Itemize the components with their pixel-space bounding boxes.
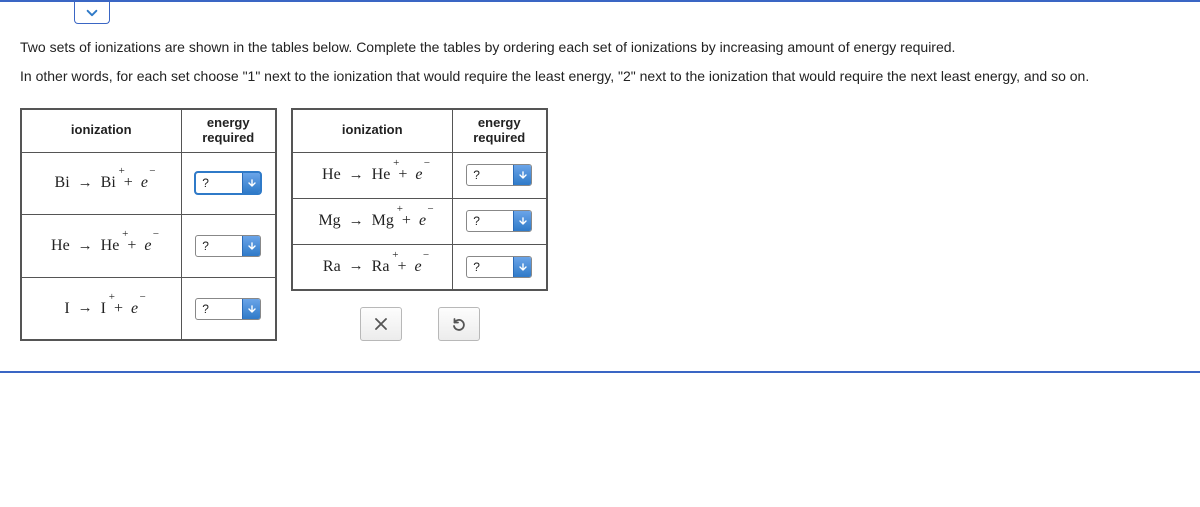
ionization-eq: He → He+ + e− bbox=[292, 152, 452, 198]
table-row: Ra → Ra+ + e− ? bbox=[292, 244, 547, 290]
instruction-line-2: In other words, for each set choose "1" … bbox=[20, 67, 1180, 86]
table-row: Mg → Mg+ + e− ? bbox=[292, 198, 547, 244]
action-buttons bbox=[291, 307, 548, 341]
energy-select-t1-r1[interactable]: ? bbox=[195, 172, 261, 194]
table-row: He → He+ + e− ? bbox=[21, 215, 276, 278]
dropdown-arrow-icon bbox=[242, 236, 260, 256]
ionization-eq: Ra → Ra+ + e− bbox=[292, 244, 452, 290]
table1-header-energy: energy required bbox=[181, 109, 276, 152]
energy-select-t1-r2[interactable]: ? bbox=[195, 235, 261, 257]
collapse-toggle[interactable] bbox=[74, 2, 110, 24]
ionization-table-2: ionization energy required He → He+ bbox=[291, 108, 548, 291]
reset-button[interactable] bbox=[438, 307, 480, 341]
table1-header-ionization: ionization bbox=[21, 109, 181, 152]
arrow-icon: → bbox=[78, 300, 93, 317]
arrow-icon: → bbox=[78, 175, 93, 192]
energy-select-t2-r2[interactable]: ? bbox=[466, 210, 532, 232]
close-icon bbox=[373, 316, 389, 332]
dropdown-arrow-icon bbox=[513, 211, 531, 231]
arrow-icon: → bbox=[78, 238, 93, 255]
table-row: He → He+ + e− ? bbox=[292, 152, 547, 198]
ionization-table-1: ionization energy required Bi → Bi+ + e− bbox=[20, 108, 277, 341]
arrow-icon: → bbox=[349, 167, 364, 184]
question-content: Two sets of ionizations are shown in the… bbox=[0, 24, 1200, 373]
instruction-line-1: Two sets of ionizations are shown in the… bbox=[20, 38, 1180, 57]
arrow-icon: → bbox=[349, 258, 364, 275]
ionization-eq: He → He+ + e− bbox=[21, 215, 181, 278]
table2-column: ionization energy required He → He+ bbox=[291, 108, 548, 341]
table2-header-ionization: ionization bbox=[292, 109, 452, 152]
table-row: I → I+ + e− ? bbox=[21, 277, 276, 340]
energy-select-t2-r3[interactable]: ? bbox=[466, 256, 532, 278]
energy-select-t2-r1[interactable]: ? bbox=[466, 164, 532, 186]
dropdown-arrow-icon bbox=[242, 173, 260, 193]
tables-container: ionization energy required Bi → Bi+ + e− bbox=[20, 108, 1180, 341]
energy-select-t1-r3[interactable]: ? bbox=[195, 298, 261, 320]
table2-header-energy: energy required bbox=[452, 109, 547, 152]
arrow-icon: → bbox=[349, 213, 364, 230]
ionization-eq: Bi → Bi+ + e− bbox=[21, 152, 181, 215]
ionization-eq: I → I+ + e− bbox=[21, 277, 181, 340]
clear-button[interactable] bbox=[360, 307, 402, 341]
ionization-eq: Mg → Mg+ + e− bbox=[292, 198, 452, 244]
chevron-down-icon bbox=[85, 6, 99, 20]
table-row: Bi → Bi+ + e− ? bbox=[21, 152, 276, 215]
dropdown-arrow-icon bbox=[513, 257, 531, 277]
panel-topbar bbox=[0, 0, 1200, 24]
dropdown-arrow-icon bbox=[242, 299, 260, 319]
instructions: Two sets of ionizations are shown in the… bbox=[20, 38, 1180, 86]
dropdown-arrow-icon bbox=[513, 165, 531, 185]
undo-icon bbox=[450, 315, 468, 333]
